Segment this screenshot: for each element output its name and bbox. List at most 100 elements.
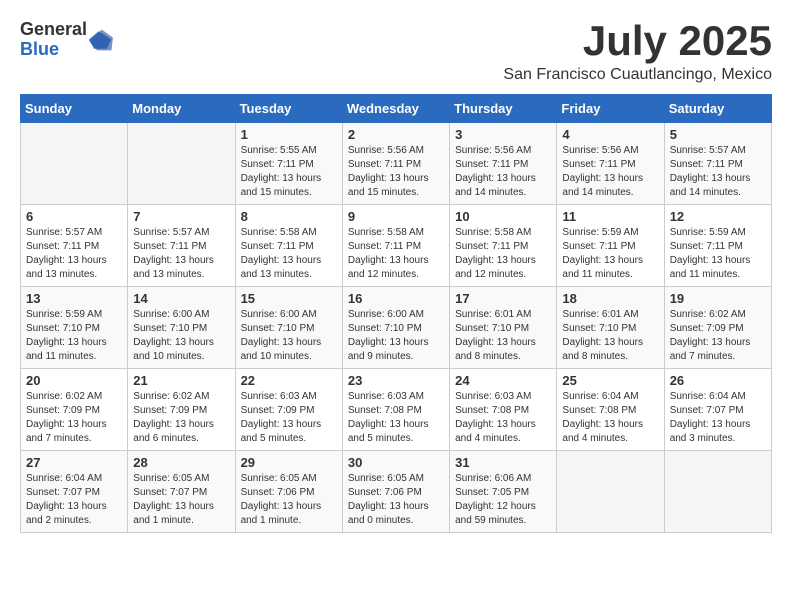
calendar-cell: 13Sunrise: 5:59 AMSunset: 7:10 PMDayligh… bbox=[21, 287, 128, 369]
calendar-cell: 4 Sunrise: 5:56 AMSunset: 7:11 PMDaylight… bbox=[557, 123, 664, 205]
calendar-cell: 11 Sunrise: 5:59 AMSunset: 7:11 PMDayligh… bbox=[557, 205, 664, 287]
day-info: Sunrise: 5:58 AMSunset: 7:11 PMDaylight:… bbox=[241, 226, 337, 282]
calendar-cell: 7Sunrise: 5:57 AMSunset: 7:11 PMDaylight… bbox=[128, 205, 235, 287]
day-info: Sunrise: 6:02 AMSunset: 7:09 PMDaylight:… bbox=[133, 390, 229, 446]
calendar: SundayMondayTuesdayWednesdayThursdayFrid… bbox=[20, 94, 772, 533]
day-number: 4 bbox=[562, 127, 658, 142]
day-info: Sunrise: 5:56 AMSunset: 7:11 PMDaylight:… bbox=[348, 144, 444, 200]
calendar-cell: 1 Sunrise: 5:55 AMSunset: 7:11 PMDaylight… bbox=[235, 123, 342, 205]
calendar-cell: 3 Sunrise: 5:56 AMSunset: 7:11 PMDaylight… bbox=[450, 123, 557, 205]
day-number: 12 bbox=[670, 209, 766, 224]
location-title: San Francisco Cuautlancingo, Mexico bbox=[503, 66, 772, 84]
day-info: Sunrise: 5:55 AMSunset: 7:11 PMDaylight:… bbox=[241, 144, 337, 200]
day-number: 14 bbox=[133, 291, 229, 306]
day-number: 10 bbox=[455, 209, 551, 224]
calendar-cell: 23 Sunrise: 6:03 AMSunset: 7:08 PMDayligh… bbox=[342, 369, 449, 451]
day-number: 27 bbox=[26, 455, 122, 470]
calendar-header-tuesday: Tuesday bbox=[235, 95, 342, 123]
day-number: 8 bbox=[241, 209, 337, 224]
calendar-header-monday: Monday bbox=[128, 95, 235, 123]
day-number: 9 bbox=[348, 209, 444, 224]
day-info: Sunrise: 6:04 AMSunset: 7:07 PMDaylight:… bbox=[26, 472, 122, 528]
day-info: Sunrise: 6:03 AMSunset: 7:08 PMDaylight:… bbox=[348, 390, 444, 446]
day-number: 2 bbox=[348, 127, 444, 142]
day-number: 21 bbox=[133, 373, 229, 388]
day-number: 28 bbox=[133, 455, 229, 470]
calendar-cell: 22Sunrise: 6:03 AMSunset: 7:09 PMDayligh… bbox=[235, 369, 342, 451]
day-info: Sunrise: 5:56 AMSunset: 7:11 PMDaylight:… bbox=[455, 144, 551, 200]
day-info: Sunrise: 5:56 AMSunset: 7:11 PMDaylight:… bbox=[562, 144, 658, 200]
day-info: Sunrise: 5:58 AMSunset: 7:11 PMDaylight:… bbox=[455, 226, 551, 282]
day-number: 16 bbox=[348, 291, 444, 306]
day-info: Sunrise: 5:59 AMSunset: 7:10 PMDaylight:… bbox=[26, 308, 122, 364]
logo-blue: Blue bbox=[20, 40, 87, 60]
day-number: 6 bbox=[26, 209, 122, 224]
calendar-header-row: SundayMondayTuesdayWednesdayThursdayFrid… bbox=[21, 95, 772, 123]
calendar-cell: 31 Sunrise: 6:06 AMSunset: 7:05 PMDayligh… bbox=[450, 451, 557, 533]
page-header: General Blue July 2025 San Francisco Cua… bbox=[20, 20, 772, 84]
calendar-cell: 17 Sunrise: 6:01 AMSunset: 7:10 PMDayligh… bbox=[450, 287, 557, 369]
day-number: 5 bbox=[670, 127, 766, 142]
day-info: Sunrise: 5:58 AMSunset: 7:11 PMDaylight:… bbox=[348, 226, 444, 282]
day-number: 7 bbox=[133, 209, 229, 224]
calendar-cell bbox=[21, 123, 128, 205]
day-info: Sunrise: 6:03 AMSunset: 7:09 PMDaylight:… bbox=[241, 390, 337, 446]
day-number: 11 bbox=[562, 209, 658, 224]
day-info: Sunrise: 5:57 AMSunset: 7:11 PMDaylight:… bbox=[670, 144, 766, 200]
logo-icon bbox=[89, 28, 113, 52]
calendar-week-1: 1 Sunrise: 5:55 AMSunset: 7:11 PMDaylight… bbox=[21, 123, 772, 205]
day-number: 1 bbox=[241, 127, 337, 142]
calendar-cell: 19 Sunrise: 6:02 AMSunset: 7:09 PMDayligh… bbox=[664, 287, 771, 369]
day-info: Sunrise: 5:57 AMSunset: 7:11 PMDaylight:… bbox=[26, 226, 122, 282]
calendar-header-friday: Friday bbox=[557, 95, 664, 123]
calendar-cell bbox=[664, 451, 771, 533]
day-number: 29 bbox=[241, 455, 337, 470]
calendar-cell: 30Sunrise: 6:05 AMSunset: 7:06 PMDayligh… bbox=[342, 451, 449, 533]
day-info: Sunrise: 6:00 AMSunset: 7:10 PMDaylight:… bbox=[348, 308, 444, 364]
calendar-cell: 26 Sunrise: 6:04 AMSunset: 7:07 PMDayligh… bbox=[664, 369, 771, 451]
calendar-cell: 29Sunrise: 6:05 AMSunset: 7:06 PMDayligh… bbox=[235, 451, 342, 533]
calendar-header-thursday: Thursday bbox=[450, 95, 557, 123]
calendar-cell: 12Sunrise: 5:59 AMSunset: 7:11 PMDayligh… bbox=[664, 205, 771, 287]
calendar-cell: 18Sunrise: 6:01 AMSunset: 7:10 PMDayligh… bbox=[557, 287, 664, 369]
calendar-cell: 8 Sunrise: 5:58 AMSunset: 7:11 PMDaylight… bbox=[235, 205, 342, 287]
logo-general: General bbox=[20, 20, 87, 40]
calendar-header-sunday: Sunday bbox=[21, 95, 128, 123]
day-number: 23 bbox=[348, 373, 444, 388]
day-info: Sunrise: 6:02 AMSunset: 7:09 PMDaylight:… bbox=[670, 308, 766, 364]
day-number: 19 bbox=[670, 291, 766, 306]
title-area: July 2025 San Francisco Cuautlancingo, M… bbox=[503, 20, 772, 84]
calendar-week-5: 27 Sunrise: 6:04 AMSunset: 7:07 PMDayligh… bbox=[21, 451, 772, 533]
calendar-week-3: 13Sunrise: 5:59 AMSunset: 7:10 PMDayligh… bbox=[21, 287, 772, 369]
day-number: 25 bbox=[562, 373, 658, 388]
day-number: 15 bbox=[241, 291, 337, 306]
calendar-cell: 24 Sunrise: 6:03 AMSunset: 7:08 PMDayligh… bbox=[450, 369, 557, 451]
month-title: July 2025 bbox=[503, 20, 772, 62]
calendar-cell bbox=[557, 451, 664, 533]
calendar-cell: 5 Sunrise: 5:57 AMSunset: 7:11 PMDaylight… bbox=[664, 123, 771, 205]
calendar-cell: 6 Sunrise: 5:57 AMSunset: 7:11 PMDaylight… bbox=[21, 205, 128, 287]
logo: General Blue bbox=[20, 20, 113, 60]
day-info: Sunrise: 5:59 AMSunset: 7:11 PMDaylight:… bbox=[562, 226, 658, 282]
day-info: Sunrise: 6:01 AMSunset: 7:10 PMDaylight:… bbox=[455, 308, 551, 364]
day-info: Sunrise: 6:04 AMSunset: 7:08 PMDaylight:… bbox=[562, 390, 658, 446]
day-number: 31 bbox=[455, 455, 551, 470]
calendar-cell: 2 Sunrise: 5:56 AMSunset: 7:11 PMDaylight… bbox=[342, 123, 449, 205]
day-info: Sunrise: 6:05 AMSunset: 7:06 PMDaylight:… bbox=[348, 472, 444, 528]
calendar-cell: 15Sunrise: 6:00 AMSunset: 7:10 PMDayligh… bbox=[235, 287, 342, 369]
calendar-cell: 10 Sunrise: 5:58 AMSunset: 7:11 PMDayligh… bbox=[450, 205, 557, 287]
day-number: 3 bbox=[455, 127, 551, 142]
calendar-header-wednesday: Wednesday bbox=[342, 95, 449, 123]
calendar-cell: 25 Sunrise: 6:04 AMSunset: 7:08 PMDayligh… bbox=[557, 369, 664, 451]
day-info: Sunrise: 6:03 AMSunset: 7:08 PMDaylight:… bbox=[455, 390, 551, 446]
day-info: Sunrise: 6:06 AMSunset: 7:05 PMDaylight:… bbox=[455, 472, 551, 528]
day-number: 24 bbox=[455, 373, 551, 388]
calendar-week-4: 20 Sunrise: 6:02 AMSunset: 7:09 PMDayligh… bbox=[21, 369, 772, 451]
day-number: 26 bbox=[670, 373, 766, 388]
day-number: 20 bbox=[26, 373, 122, 388]
day-number: 17 bbox=[455, 291, 551, 306]
calendar-cell: 14 Sunrise: 6:00 AMSunset: 7:10 PMDayligh… bbox=[128, 287, 235, 369]
day-info: Sunrise: 6:00 AMSunset: 7:10 PMDaylight:… bbox=[133, 308, 229, 364]
day-info: Sunrise: 6:04 AMSunset: 7:07 PMDaylight:… bbox=[670, 390, 766, 446]
day-info: Sunrise: 6:02 AMSunset: 7:09 PMDaylight:… bbox=[26, 390, 122, 446]
